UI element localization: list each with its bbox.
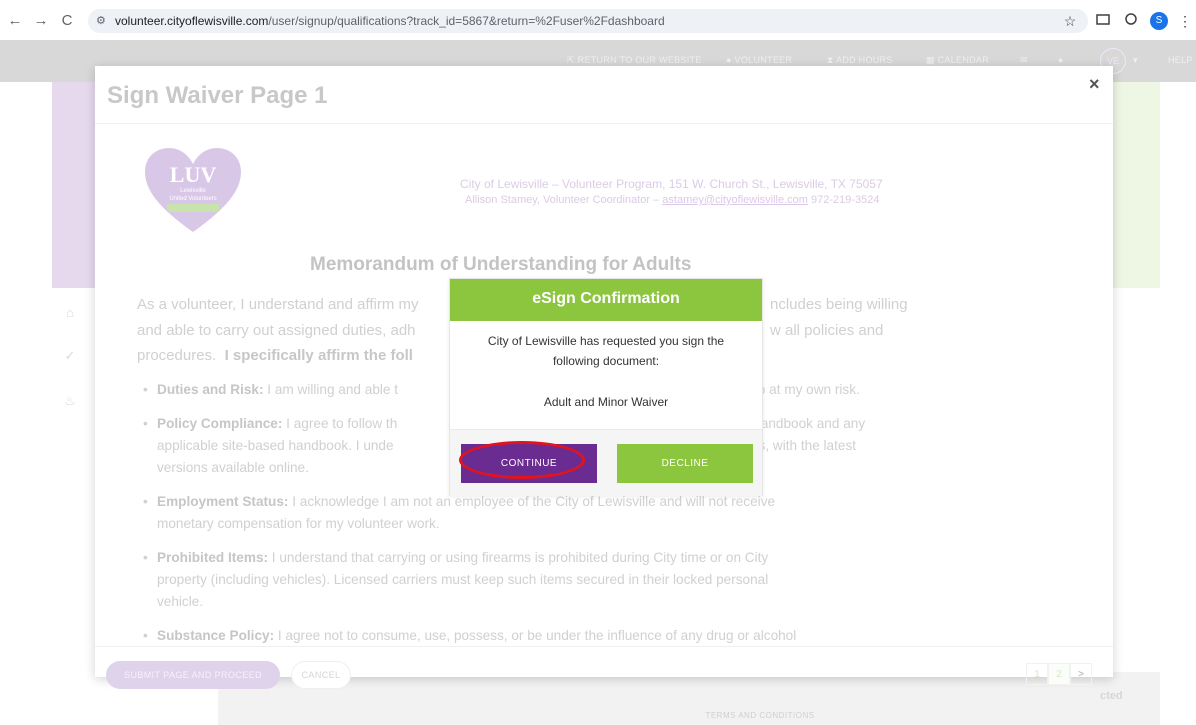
cast-icon[interactable] bbox=[1094, 12, 1112, 30]
close-icon[interactable]: × bbox=[1089, 74, 1100, 95]
nav-volunteer[interactable]: ● VOLUNTEER bbox=[726, 55, 792, 65]
check-icon: ✓ bbox=[64, 348, 76, 363]
nav-add-hours[interactable]: ⧗ ADD HOURS bbox=[827, 55, 893, 66]
highlight-annotation bbox=[459, 441, 585, 479]
logo-subtitle-1: Lewisville bbox=[180, 188, 206, 194]
bullet-substance: Substance Policy: I agree not to consume… bbox=[143, 625, 917, 647]
nav-calendar[interactable]: ▦ CALENDAR bbox=[926, 55, 989, 66]
nav-help[interactable]: HELP bbox=[1168, 55, 1193, 65]
esign-document-name: Adult and Minor Waiver bbox=[543, 395, 669, 409]
logo-text: LUV bbox=[169, 162, 217, 187]
page-1-button[interactable]: 1 bbox=[1026, 663, 1048, 685]
bullet-prohibited: Prohibited Items: I understand that carr… bbox=[143, 547, 917, 613]
submit-page-button[interactable]: SUBMIT PAGE AND PROCEED bbox=[106, 661, 280, 689]
document-heading: Memorandum of Understanding for Adults bbox=[310, 254, 692, 275]
next-page-button[interactable]: > bbox=[1070, 663, 1092, 685]
luv-logo: LUV Lewisville United Volunteers bbox=[139, 144, 247, 236]
browser-toolbar: ← → C ⚙ volunteer.cityoflewisville.com/u… bbox=[0, 0, 1196, 40]
profile-avatar[interactable]: S bbox=[1150, 12, 1168, 30]
avatar-chevron-icon[interactable]: ▾ bbox=[1133, 55, 1138, 66]
decline-button[interactable]: DECLINE bbox=[617, 444, 753, 483]
modal-title: Sign Waiver Page 1 bbox=[107, 82, 328, 109]
site-info-icon[interactable]: ⚙ bbox=[96, 14, 110, 28]
extensions-icon[interactable] bbox=[1122, 12, 1140, 30]
esign-message: City of Lewisville has requested you sig… bbox=[487, 334, 725, 368]
messages-icon[interactable]: ✉ bbox=[1020, 55, 1028, 66]
address-bar[interactable]: ⚙ volunteer.cityoflewisville.com/user/si… bbox=[88, 9, 1088, 33]
terms-link[interactable]: TERMS AND CONDITIONS bbox=[560, 711, 960, 720]
forward-icon[interactable]: → bbox=[32, 12, 50, 30]
bullet-employment: Employment Status: I acknowledge I am no… bbox=[143, 491, 917, 535]
org-contact: Allison Stamey, Volunteer Coordinator – … bbox=[465, 194, 880, 206]
modal-divider bbox=[95, 123, 1113, 124]
reload-icon[interactable]: C bbox=[58, 12, 76, 30]
coordinator-email-link[interactable]: astamey@cityoflewisville.com bbox=[662, 194, 808, 206]
footer-brand: cted bbox=[1100, 690, 1123, 702]
background-banner-left bbox=[52, 82, 96, 288]
url-text[interactable]: volunteer.cityoflewisville.com/user/sign… bbox=[115, 14, 665, 28]
browser-menu-icon[interactable]: ⋮ bbox=[1176, 12, 1194, 30]
nav-return-website[interactable]: ⇱ RETURN TO OUR WEBSITE bbox=[567, 55, 702, 66]
cancel-button[interactable]: CANCEL bbox=[291, 661, 351, 689]
esign-title: eSign Confirmation bbox=[450, 279, 762, 321]
home-icon: ⌂ bbox=[66, 305, 74, 320]
back-icon[interactable]: ← bbox=[6, 12, 24, 30]
hands-icon: ♨ bbox=[64, 393, 76, 408]
modal-footer-divider bbox=[95, 646, 1113, 647]
notifications-icon[interactable]: ● bbox=[1058, 55, 1064, 65]
page-2-button[interactable]: 2 bbox=[1048, 663, 1070, 685]
logo-subtitle-2: United Volunteers bbox=[169, 196, 217, 202]
bookmark-star-icon[interactable]: ☆ bbox=[1061, 12, 1079, 30]
org-address: City of Lewisville – Volunteer Program, … bbox=[460, 177, 883, 191]
